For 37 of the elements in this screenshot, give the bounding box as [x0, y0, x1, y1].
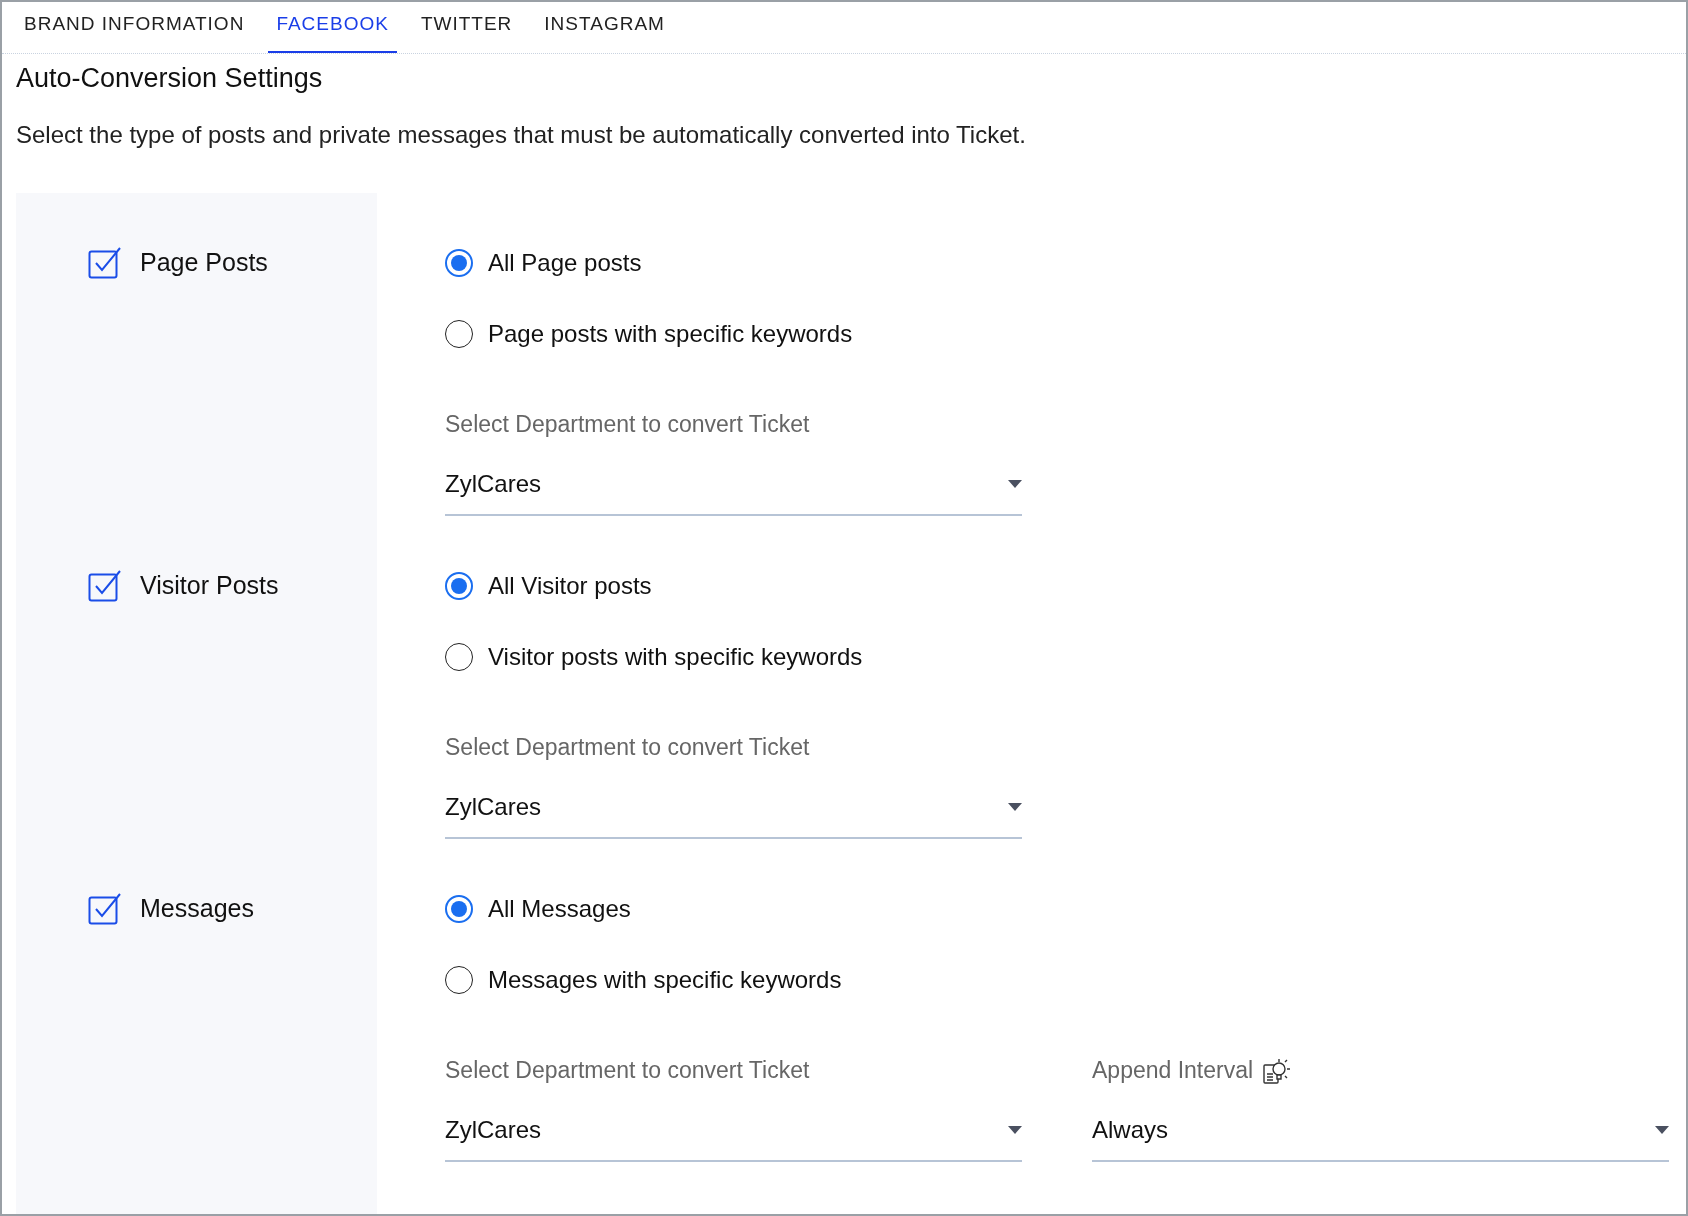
checkbox-label: Messages [140, 892, 254, 924]
selected-radio-icon[interactable] [445, 571, 473, 600]
radio-option[interactable]: All Messages [445, 890, 631, 927]
dropdown[interactable]: Always [1092, 1086, 1669, 1162]
selected-radio-icon[interactable] [445, 894, 473, 923]
radio-option[interactable]: Visitor posts with specific keywords [445, 638, 863, 675]
description-text: Select the type of posts and private messages that must be automatically converted into Ticket. [16, 119, 1027, 150]
field-label: Select Department to convert Ticket [445, 410, 810, 440]
section-title: Auto-Conversion Settings [16, 62, 324, 95]
radio-option[interactable]: All Visitor posts [445, 567, 652, 604]
caret-icon [1008, 803, 1022, 811]
selected-radio-icon[interactable] [445, 248, 473, 277]
dropdown[interactable]: ZylCares [445, 763, 1022, 839]
dropdown[interactable]: ZylCares [445, 1086, 1022, 1162]
field-label: Append Interval [1092, 1056, 1254, 1086]
caret-icon [1655, 1126, 1669, 1134]
tab[interactable]: TWITTER [412, 2, 521, 53]
checked-checkbox[interactable] [88, 892, 122, 925]
radio-icon[interactable] [445, 965, 473, 994]
radio-icon[interactable] [445, 642, 473, 671]
field-label: Select Department to convert Ticket [445, 733, 810, 763]
dropdown[interactable]: ZylCares [445, 440, 1022, 516]
checkbox-label: Visitor Posts [140, 569, 279, 601]
radio-option[interactable]: All Page posts [445, 244, 642, 281]
radio-icon[interactable] [445, 319, 473, 348]
checked-checkbox[interactable] [88, 569, 122, 602]
tab[interactable]: INSTAGRAM [536, 2, 673, 53]
tab[interactable]: FACEBOOK [268, 2, 397, 53]
radio-option[interactable]: Page posts with specific keywords [445, 315, 853, 352]
tab[interactable]: BRAND INFORMATION [16, 2, 253, 53]
lightbulb-icon[interactable] [1263, 1056, 1292, 1085]
checked-checkbox[interactable] [88, 246, 122, 279]
caret-icon [1008, 1126, 1022, 1134]
checkbox-label: Page Posts [140, 246, 268, 278]
field-label: Select Department to convert Ticket [445, 1056, 810, 1086]
radio-option[interactable]: Messages with specific keywords [445, 961, 842, 998]
caret-icon [1008, 480, 1022, 488]
